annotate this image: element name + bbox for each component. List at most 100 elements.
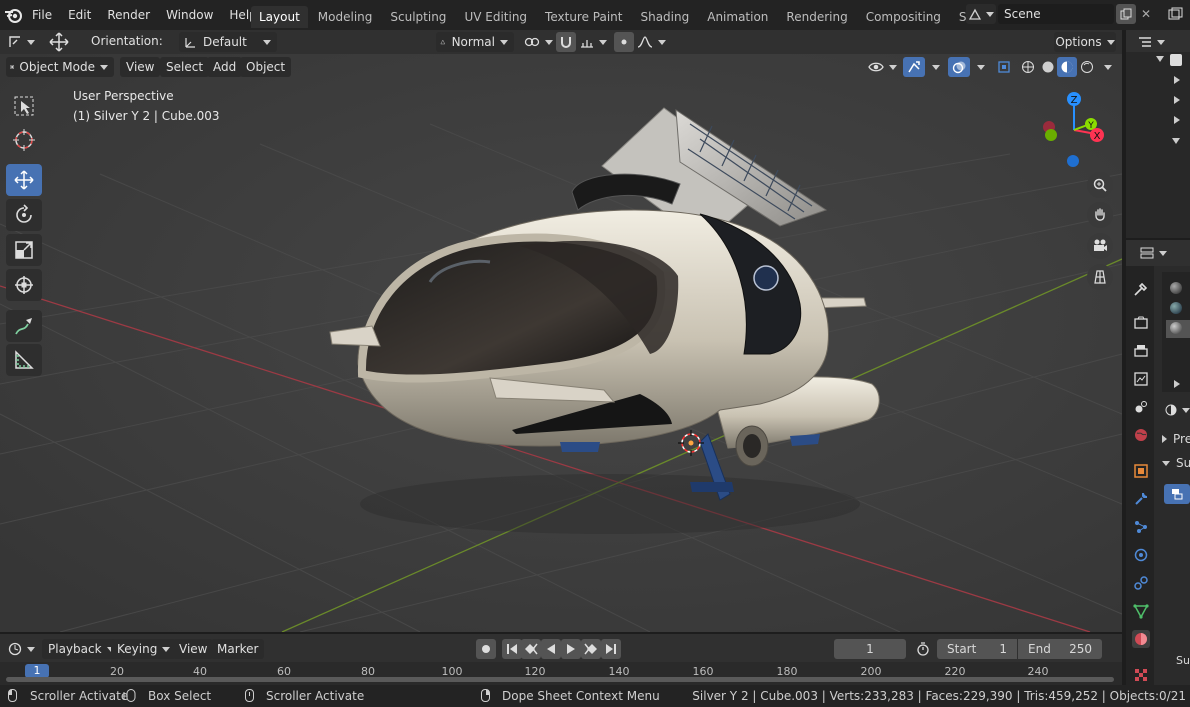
object-data-mesh-icon[interactable] xyxy=(1132,602,1150,620)
scene-selector-button[interactable] xyxy=(966,4,996,24)
camera-view-icon[interactable] xyxy=(1087,233,1113,259)
viewport-menu-object[interactable]: Object xyxy=(240,57,292,77)
shading-rendered-icon[interactable] xyxy=(1077,57,1097,77)
tab-uv-editing[interactable]: UV Editing xyxy=(456,6,535,28)
move-tool[interactable] xyxy=(6,164,42,196)
cursor-tool[interactable] xyxy=(6,124,42,156)
timeline-keying-menu[interactable]: Keying xyxy=(111,639,177,659)
texture-properties-icon[interactable] xyxy=(1132,666,1150,684)
jump-start-icon[interactable] xyxy=(502,639,522,659)
shading-dropdown[interactable] xyxy=(1097,57,1113,77)
slot-list-expand-arrow[interactable] xyxy=(1174,380,1180,388)
shading-material-preview-icon[interactable] xyxy=(1057,57,1077,77)
select-box-tool[interactable] xyxy=(6,90,42,122)
scale-tool[interactable] xyxy=(6,234,42,266)
start-frame-field[interactable]: Start 1 xyxy=(937,639,1017,659)
rotate-tool[interactable] xyxy=(6,199,42,231)
surface-node-button[interactable] xyxy=(1164,484,1190,504)
tab-shading[interactable]: Shading xyxy=(632,6,697,28)
use-preview-range-stopwatch-icon[interactable] xyxy=(912,639,934,659)
scene-properties-icon[interactable] xyxy=(1132,398,1150,416)
proportional-editing-icon[interactable] xyxy=(614,32,634,52)
modifier-wrench-icon[interactable] xyxy=(1132,490,1150,508)
measure-tool[interactable] xyxy=(6,344,42,376)
shading-wireframe-icon[interactable] xyxy=(1018,57,1038,77)
current-frame-field[interactable]: 1 xyxy=(834,639,906,659)
next-keyframe-icon[interactable] xyxy=(581,639,601,659)
object-mode-dropdown[interactable]: Object Mode xyxy=(6,57,114,77)
material-slot-2[interactable] xyxy=(1170,302,1182,314)
transform-tool[interactable] xyxy=(6,269,42,301)
pan-hand-icon[interactable] xyxy=(1087,202,1113,228)
outliner-checkbox[interactable] xyxy=(1170,54,1182,66)
physics-icon[interactable] xyxy=(1132,546,1150,564)
tab-sculpting[interactable]: Sculpting xyxy=(382,6,454,28)
orientation-dropdown[interactable]: Default xyxy=(179,32,277,52)
new-scene-icon[interactable] xyxy=(1116,4,1136,24)
view-layer-icon[interactable] xyxy=(1162,4,1190,24)
zoom-magnifier-icon[interactable] xyxy=(1087,172,1113,198)
viewport-menu-select[interactable]: Select xyxy=(160,57,210,77)
options-dropdown[interactable]: Options xyxy=(1054,32,1116,52)
play-reverse-icon[interactable] xyxy=(541,639,561,659)
tab-animation[interactable]: Animation xyxy=(699,6,776,28)
tab-modeling[interactable]: Modeling xyxy=(310,6,381,28)
move-tool-icon[interactable] xyxy=(46,32,72,52)
outliner-collapsed-arrow[interactable] xyxy=(1174,116,1180,124)
proportional-falloff-button[interactable] xyxy=(636,32,666,52)
material-browse-dropdown[interactable] xyxy=(1164,400,1190,420)
end-frame-field[interactable]: End 250 xyxy=(1018,639,1102,659)
timeline-view-menu[interactable]: View xyxy=(173,639,214,659)
delete-scene-close-icon[interactable]: ✕ xyxy=(1137,4,1155,24)
snap-link-button[interactable] xyxy=(521,32,555,52)
overlays-dropdown[interactable] xyxy=(970,57,986,77)
visibility-eye-icon[interactable] xyxy=(866,57,898,77)
view-layer-properties-icon[interactable] xyxy=(1132,370,1150,388)
snap-target-button[interactable] xyxy=(578,32,608,52)
outliner-display-mode-icon[interactable] xyxy=(1134,32,1168,52)
orthographic-grid-icon[interactable] xyxy=(1087,264,1113,290)
tab-rendering[interactable]: Rendering xyxy=(778,6,855,28)
scene-name-field[interactable]: Scene xyxy=(998,4,1114,24)
viewport-menu-view[interactable]: View xyxy=(120,57,161,77)
material-slot-1[interactable] xyxy=(1170,282,1182,294)
tab-compositing[interactable]: Compositing xyxy=(858,6,949,28)
annotate-tool[interactable] xyxy=(6,310,42,342)
timeline-playback-menu[interactable]: Playback xyxy=(42,639,121,659)
timeline-scrollbar[interactable] xyxy=(6,677,1114,682)
section-surface-header[interactable]: Su xyxy=(1162,454,1190,472)
menu-file[interactable]: File xyxy=(24,4,60,26)
play-icon[interactable] xyxy=(561,639,581,659)
gizmos-toggle-icon[interactable] xyxy=(903,57,925,77)
outliner-collapsed-arrow[interactable] xyxy=(1174,76,1180,84)
particles-icon[interactable] xyxy=(1132,518,1150,536)
navigation-gizmo[interactable]: Z Y X xyxy=(1034,88,1114,168)
tab-texture-paint[interactable]: Texture Paint xyxy=(537,6,630,28)
constraints-icon[interactable] xyxy=(1132,574,1150,592)
tab-layout[interactable]: Layout xyxy=(251,6,308,28)
properties-editor-type-icon[interactable] xyxy=(1136,243,1170,263)
viewport-menu-add[interactable]: Add xyxy=(207,57,243,77)
prev-keyframe-icon[interactable] xyxy=(521,639,541,659)
pivot-point-dropdown[interactable]: Normal xyxy=(436,32,514,52)
output-properties-icon[interactable] xyxy=(1132,342,1150,360)
world-properties-icon[interactable] xyxy=(1132,426,1150,444)
material-properties-icon[interactable] xyxy=(1132,630,1150,648)
snap-toggle-magnet-icon[interactable] xyxy=(556,32,576,52)
gizmos-dropdown[interactable] xyxy=(925,57,941,77)
jump-end-icon[interactable] xyxy=(601,639,621,659)
outliner-collapsed-arrow[interactable] xyxy=(1174,96,1180,104)
outliner-expand-arrow[interactable] xyxy=(1172,138,1180,144)
blender-logo-icon[interactable] xyxy=(4,6,24,24)
3d-viewport[interactable]: User Perspective (1) Silver Y 2 | Cube.0… xyxy=(0,54,1122,632)
menu-render[interactable]: Render xyxy=(99,4,158,26)
record-keyframe-icon[interactable] xyxy=(476,639,496,659)
menu-edit[interactable]: Edit xyxy=(60,4,99,26)
outliner-panel[interactable] xyxy=(1126,30,1190,238)
shading-solid-icon[interactable] xyxy=(1038,57,1058,77)
overlays-toggle-icon[interactable] xyxy=(948,57,970,77)
outliner-expand-arrow[interactable] xyxy=(1156,56,1164,62)
timeline-marker-menu[interactable]: Marker xyxy=(211,639,265,659)
tool-properties-icon[interactable] xyxy=(1132,280,1150,298)
playhead-frame-indicator[interactable]: 1 xyxy=(25,664,49,678)
